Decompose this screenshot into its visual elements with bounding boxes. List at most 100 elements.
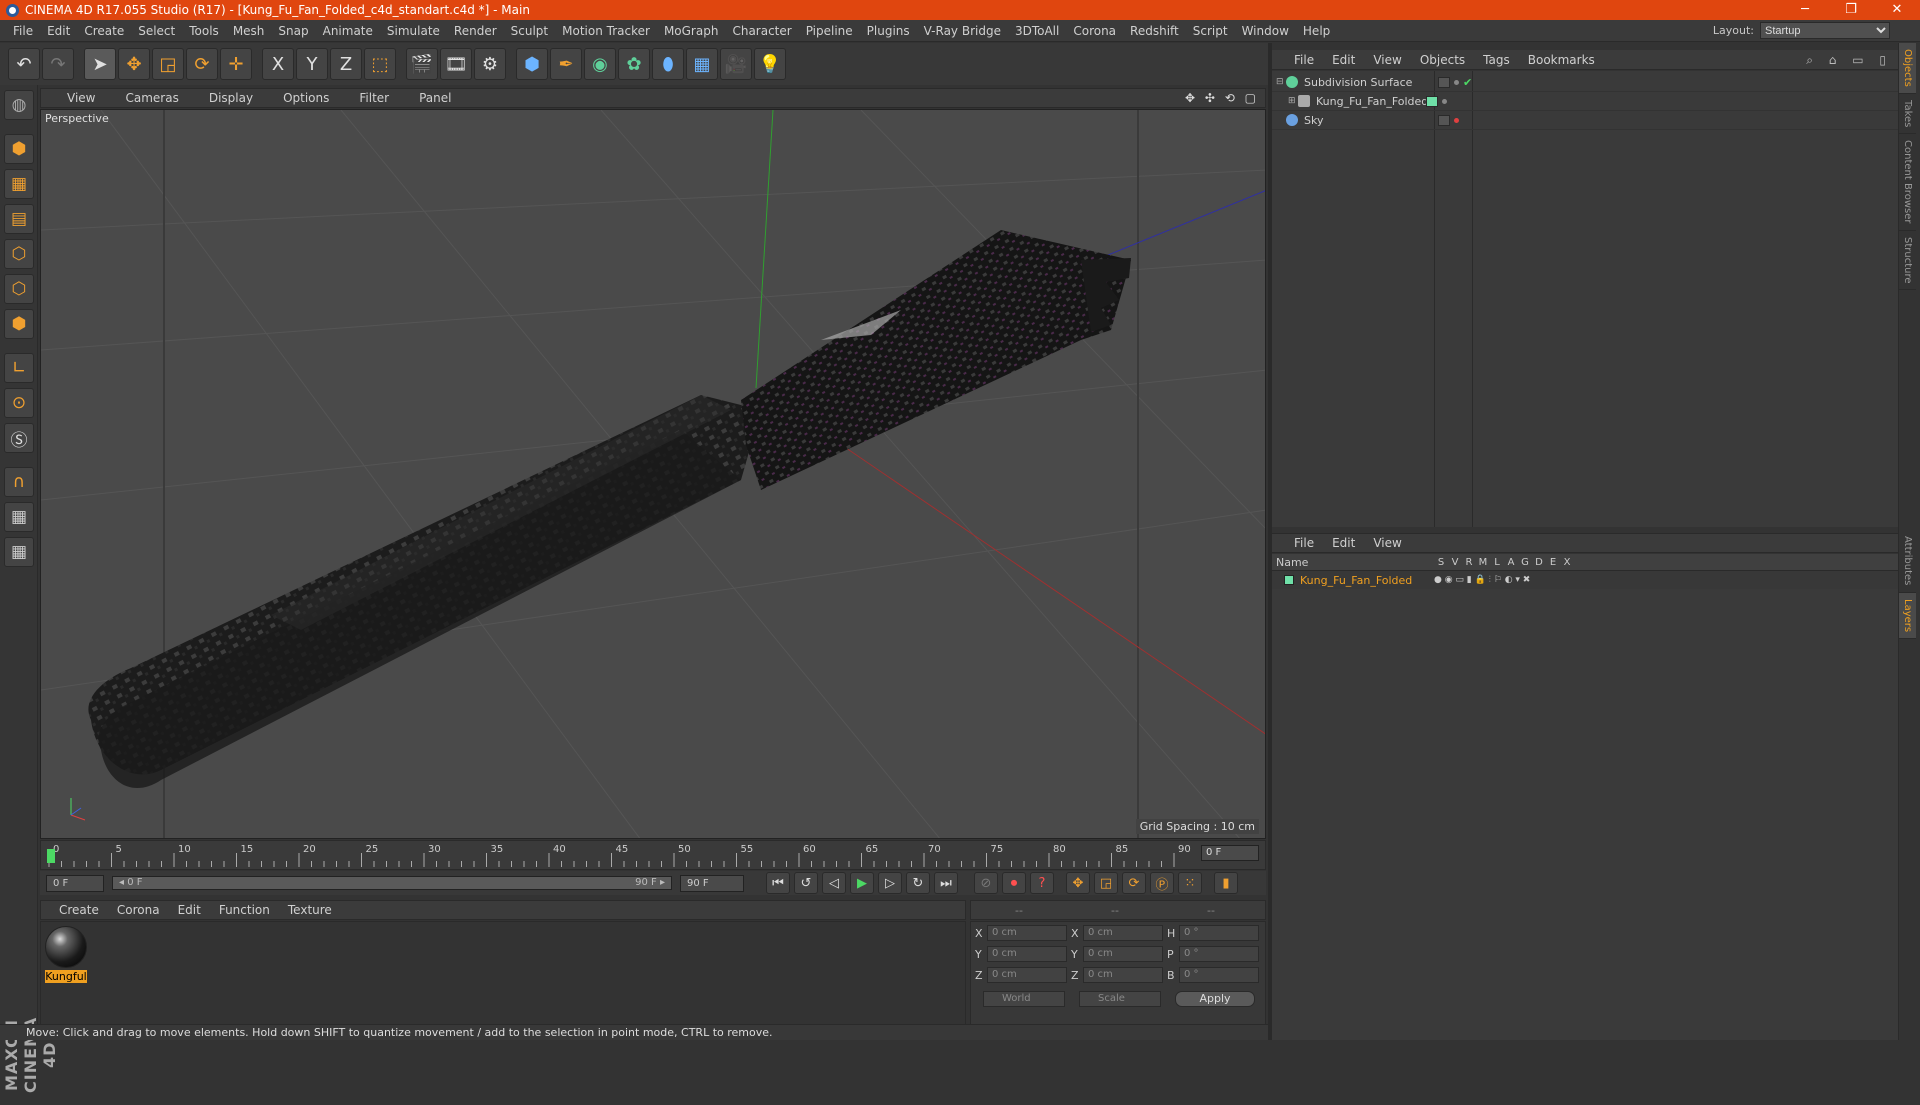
- lock-workplane-icon[interactable]: ▦: [4, 502, 34, 532]
- viewport-menu-panel[interactable]: Panel: [401, 91, 463, 105]
- deformer-icon[interactable]: ⬮: [652, 48, 684, 80]
- rotate-icon[interactable]: ⟳: [186, 48, 218, 80]
- x-axis-icon[interactable]: X: [262, 48, 294, 80]
- menu-window[interactable]: Window: [1235, 24, 1296, 38]
- menu-create[interactable]: Create: [77, 24, 131, 38]
- objects-menu-bookmarks[interactable]: Bookmarks: [1520, 53, 1605, 67]
- floor-icon[interactable]: ▦: [686, 48, 718, 80]
- cube-icon[interactable]: ⬢: [516, 48, 548, 80]
- menu-snap[interactable]: Snap: [271, 24, 315, 38]
- layers-menu-edit[interactable]: Edit: [1324, 536, 1365, 550]
- layers-menu-file[interactable]: File: [1286, 536, 1324, 550]
- transform-icon[interactable]: ✛: [220, 48, 252, 80]
- z-axis-icon[interactable]: Z: [330, 48, 362, 80]
- previous-key-icon[interactable]: ↺: [794, 872, 818, 894]
- end-frame-field[interactable]: 90 F: [680, 874, 744, 892]
- redo-icon[interactable]: ↷: [42, 48, 74, 80]
- next-key-icon[interactable]: ↻: [906, 872, 930, 894]
- model-mode-icon[interactable]: ⬢: [4, 134, 34, 164]
- menu-file[interactable]: File: [6, 24, 40, 38]
- menu-animate[interactable]: Animate: [316, 24, 380, 38]
- menu-render[interactable]: Render: [447, 24, 504, 38]
- layer-toggles[interactable]: ● ◉ ▭ ▮ 🔒 ⫶ ⚐ ◐ ▾ ✖: [1434, 575, 1530, 585]
- texture-mode-icon[interactable]: ▦: [4, 169, 34, 199]
- menu-simulate[interactable]: Simulate: [380, 24, 447, 38]
- select-arrow-icon[interactable]: ➤: [84, 48, 116, 80]
- next-frame-icon[interactable]: ▷: [878, 872, 902, 894]
- menu-select[interactable]: Select: [131, 24, 182, 38]
- pen-spline-icon[interactable]: ✒: [550, 48, 582, 80]
- size-x-field[interactable]: 0 cm: [1083, 925, 1163, 941]
- subdivision-icon[interactable]: ◉: [584, 48, 616, 80]
- menu-redshift[interactable]: Redshift: [1123, 24, 1186, 38]
- rotation-p-field[interactable]: 0 °: [1179, 946, 1259, 962]
- rotation-b-field[interactable]: 0 °: [1179, 967, 1259, 983]
- viewport-menu-cameras[interactable]: Cameras: [107, 91, 190, 105]
- objects-menu-objects[interactable]: Objects: [1412, 53, 1475, 67]
- material-menu-corona[interactable]: Corona: [107, 903, 168, 917]
- scale-dropdown[interactable]: Scale: [1079, 991, 1161, 1007]
- undo-icon[interactable]: ↶: [8, 48, 40, 80]
- menu-script[interactable]: Script: [1186, 24, 1235, 38]
- render-picture-viewer-icon[interactable]: 🎞: [440, 48, 472, 80]
- visibility-dot[interactable]: [1442, 98, 1447, 104]
- material-item[interactable]: Kungful: [45, 926, 87, 983]
- minimize-button[interactable]: ─: [1782, 0, 1828, 20]
- tab-structure[interactable]: Structure: [1899, 231, 1916, 291]
- visibility-dot[interactable]: [1454, 79, 1459, 85]
- menu-edit[interactable]: Edit: [40, 24, 77, 38]
- snap-magnet-icon[interactable]: ∩: [4, 467, 34, 497]
- objects-menu-edit[interactable]: Edit: [1324, 53, 1365, 67]
- current-frame-field[interactable]: 0 F: [1201, 845, 1259, 861]
- workplane-icon[interactable]: ▤: [4, 204, 34, 234]
- position-x-field[interactable]: 0 cm: [987, 925, 1067, 941]
- maximize-button[interactable]: ❐: [1828, 0, 1874, 20]
- frame-range-slider[interactable]: ◂ 0 F 90 F ▸: [112, 876, 672, 890]
- y-axis-icon[interactable]: Y: [296, 48, 328, 80]
- objects-menu-tags[interactable]: Tags: [1475, 53, 1520, 67]
- layer-row-kung-fu-fan[interactable]: Kung_Fu_Fan_Folded ● ◉ ▭ ▮ 🔒 ⫶ ⚐ ◐ ▾ ✖: [1272, 571, 1898, 589]
- render-settings-icon[interactable]: ⚙: [474, 48, 506, 80]
- layout-dropdown[interactable]: Startup: [1760, 22, 1890, 39]
- object-row-subdivision-surface[interactable]: ⊟ Subdivision Surface ✔: [1272, 73, 1898, 92]
- key-scale-icon[interactable]: ◲: [1094, 872, 1118, 894]
- array-icon[interactable]: ✿: [618, 48, 650, 80]
- solo-icon[interactable]: Ⓢ: [4, 423, 34, 453]
- polygons-mode-icon[interactable]: ⬢: [4, 309, 34, 339]
- play-icon[interactable]: ▶: [850, 872, 874, 894]
- rotation-h-field[interactable]: 0 °: [1179, 925, 1259, 941]
- visibility-dot[interactable]: [1454, 117, 1459, 123]
- tab-content-browser[interactable]: Content Browser: [1899, 134, 1916, 231]
- object-row-kung-fu-fan[interactable]: ⊞ Kung_Fu_Fan_Folded: [1272, 92, 1898, 111]
- key-pla-icon[interactable]: ⁙: [1178, 872, 1202, 894]
- layer-color-swatch[interactable]: [1284, 575, 1294, 585]
- menu-mograph[interactable]: MoGraph: [657, 24, 726, 38]
- material-menu-texture[interactable]: Texture: [278, 903, 340, 917]
- tab-takes[interactable]: Takes: [1899, 94, 1916, 135]
- timeline-ruler[interactable]: 0 5 10 15 20 25 30 35 40 45 50 55 60 65 70 75 80 85 90 0 F: [40, 840, 1266, 870]
- tweak-mode-icon[interactable]: ⊙: [4, 388, 34, 418]
- menu-pipeline[interactable]: Pipeline: [799, 24, 860, 38]
- menu-plugins[interactable]: Plugins: [860, 24, 917, 38]
- tab-objects[interactable]: Objects: [1899, 43, 1916, 94]
- menu-vray-bridge[interactable]: V-Ray Bridge: [917, 24, 1008, 38]
- layer-flag[interactable]: [1426, 95, 1438, 107]
- key-rotation-icon[interactable]: ⟳: [1122, 872, 1146, 894]
- axis-mode-icon[interactable]: ∟: [4, 353, 34, 383]
- camera-icon[interactable]: 🎥: [720, 48, 752, 80]
- edges-mode-icon[interactable]: ⬡: [4, 274, 34, 304]
- previous-frame-icon[interactable]: ◁: [822, 872, 846, 894]
- menu-motion-tracker[interactable]: Motion Tracker: [555, 24, 657, 38]
- size-y-field[interactable]: 0 cm: [1083, 946, 1163, 962]
- menu-help[interactable]: Help: [1296, 24, 1337, 38]
- menu-sculpt[interactable]: Sculpt: [504, 24, 555, 38]
- viewport-menu-view[interactable]: View: [49, 91, 107, 105]
- collapse-icon[interactable]: ⊟: [1276, 77, 1286, 87]
- timeline-window-icon[interactable]: ▮: [1214, 872, 1238, 894]
- object-row-sky[interactable]: Sky: [1272, 111, 1898, 130]
- coordinate-system-icon[interactable]: ⬚: [364, 48, 396, 80]
- menu-corona[interactable]: Corona: [1066, 24, 1123, 38]
- make-editable-icon[interactable]: ◍: [4, 90, 34, 120]
- move-icon[interactable]: ✥: [118, 48, 150, 80]
- go-to-end-icon[interactable]: ⏭: [934, 872, 958, 894]
